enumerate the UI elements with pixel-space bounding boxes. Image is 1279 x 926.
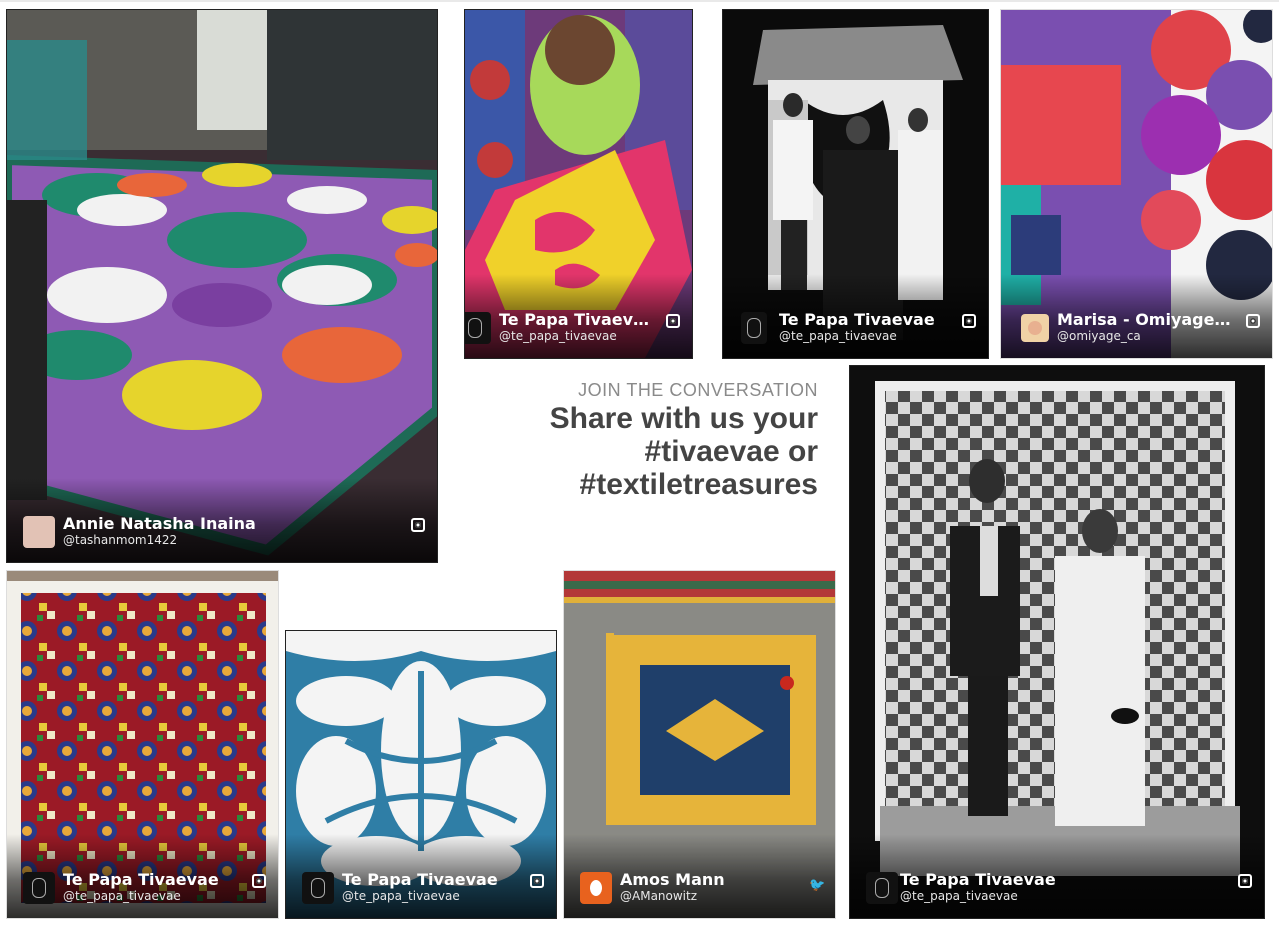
join-heading-line-1: Share with us your bbox=[549, 402, 818, 435]
twitter-icon: 🐦 bbox=[809, 878, 826, 893]
instagram-icon bbox=[252, 874, 266, 888]
join-heading-line-2: #tivaevae or bbox=[644, 435, 818, 468]
avatar[interactable] bbox=[23, 872, 55, 904]
post-author-name[interactable]: Marisa - Omiyage… bbox=[1057, 310, 1234, 329]
post-author-name[interactable]: Amos Mann bbox=[620, 870, 797, 889]
post-author-handle[interactable]: @te_papa_tivaevae bbox=[499, 329, 654, 344]
feed-post-annie[interactable]: Annie Natasha Inaina @tashanmom1422 bbox=[6, 9, 438, 563]
avatar[interactable] bbox=[302, 872, 334, 904]
feed-post-tepapa-blue-tivaevae[interactable]: Te Papa Tivaevae @te_papa_tivaevae bbox=[285, 630, 557, 919]
post-author-handle[interactable]: @te_papa_tivaevae bbox=[63, 889, 240, 904]
avatar[interactable] bbox=[580, 872, 612, 904]
top-divider bbox=[0, 0, 1279, 2]
post-author-name[interactable]: Te Papa Tivaevae bbox=[900, 870, 1226, 889]
instagram-icon bbox=[962, 314, 976, 328]
post-author-name[interactable]: Te Papa Tivaevae bbox=[342, 870, 518, 889]
instagram-icon bbox=[1238, 874, 1252, 888]
post-author-name[interactable]: Te Papa Tivaevae bbox=[63, 870, 240, 889]
instagram-icon bbox=[1246, 314, 1260, 328]
avatar[interactable] bbox=[866, 872, 898, 904]
feed-post-tepapa-family[interactable]: Te Papa Tivaevae @te_papa_tivaevae bbox=[722, 9, 989, 359]
instagram-icon bbox=[411, 518, 425, 532]
feed-post-tepapa-couple[interactable]: Te Papa Tivaevae @te_papa_tivaevae bbox=[849, 365, 1265, 919]
post-author-name[interactable]: Te Papa Tivaevae bbox=[499, 310, 654, 329]
avatar[interactable] bbox=[1021, 314, 1049, 342]
join-eyebrow: JOIN THE CONVERSATION bbox=[578, 380, 818, 400]
join-heading-line-3: #textiletreasures bbox=[579, 468, 818, 501]
feed-post-marisa[interactable]: Marisa - Omiyage… @omiyage_ca bbox=[1000, 9, 1273, 359]
instagram-icon bbox=[666, 314, 680, 328]
avatar[interactable] bbox=[741, 312, 767, 344]
post-author-handle[interactable]: @te_papa_tivaevae bbox=[900, 889, 1226, 904]
post-author-handle[interactable]: @AManowitz bbox=[620, 889, 797, 904]
feed-post-amos[interactable]: Amos Mann @AManowitz 🐦 bbox=[563, 570, 836, 919]
join-conversation-block: JOIN THE CONVERSATION Share with us your… bbox=[470, 378, 818, 501]
post-author-handle[interactable]: @te_papa_tivaevae bbox=[342, 889, 518, 904]
instagram-icon bbox=[530, 874, 544, 888]
post-author-name[interactable]: Te Papa Tivaevae bbox=[779, 310, 950, 329]
feed-post-tepapa-red-quilt[interactable]: Te Papa Tivaevae @te_papa_tivaevae bbox=[6, 570, 279, 919]
feed-post-tepapa-sewing[interactable]: Te Papa Tivaevae @te_papa_tivaevae bbox=[464, 9, 693, 359]
post-author-handle[interactable]: @omiyage_ca bbox=[1057, 329, 1234, 344]
post-author-name[interactable]: Annie Natasha Inaina bbox=[63, 514, 399, 533]
avatar[interactable] bbox=[23, 516, 55, 548]
post-author-handle[interactable]: @tashanmom1422 bbox=[63, 533, 399, 548]
avatar[interactable] bbox=[465, 312, 491, 344]
post-author-handle[interactable]: @te_papa_tivaevae bbox=[779, 329, 950, 344]
